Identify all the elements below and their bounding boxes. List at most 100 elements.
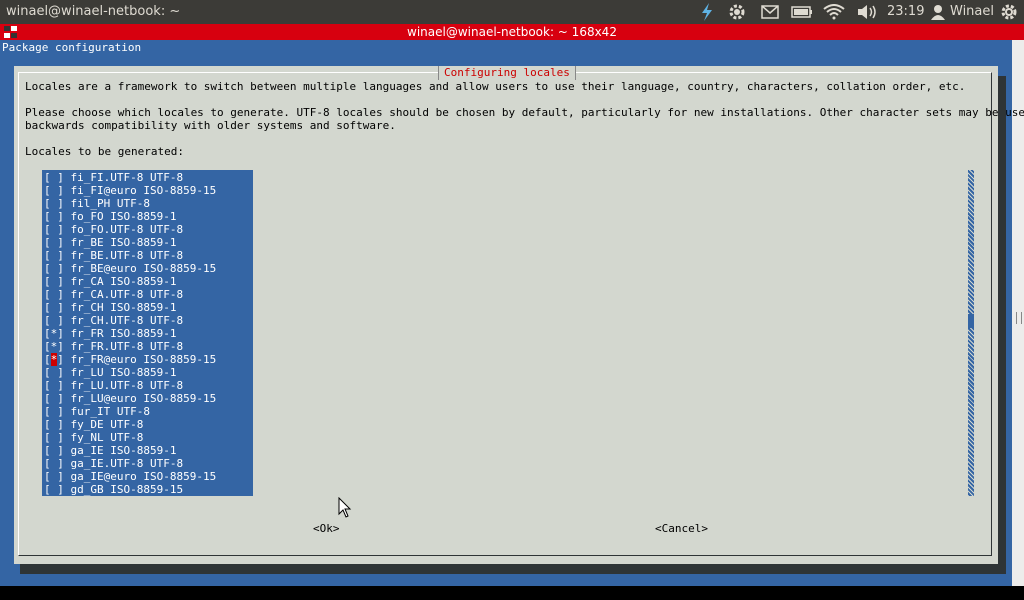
dialog-instructions: Please choose which locales to generate.… <box>25 106 1024 119</box>
locale-name: fil_PH UTF-8 <box>63 197 150 210</box>
locale-row[interactable]: [ ] fo_FO ISO-8859-1 <box>44 210 176 223</box>
user-name[interactable]: Winael <box>950 4 994 19</box>
locale-checkbox[interactable]: [ ] <box>44 379 64 392</box>
locale-name: fr_BE ISO-8859-1 <box>63 236 177 249</box>
lightning-icon[interactable] <box>697 2 717 22</box>
locale-row[interactable]: [ ] fr_BE ISO-8859-1 <box>44 236 176 249</box>
locale-checkbox[interactable]: [ ] <box>44 288 64 301</box>
list-scrollbar-track[interactable] <box>968 170 974 496</box>
locale-checkbox[interactable]: [ ] <box>44 392 64 405</box>
locale-name: fr_FR.UTF-8 UTF-8 <box>63 340 184 353</box>
locales-prompt: Locales to be generated: <box>25 145 184 158</box>
locale-checkbox[interactable]: [ ] <box>44 197 64 210</box>
locale-name: fr_CH ISO-8859-1 <box>63 301 177 314</box>
locale-name: fy_DE UTF-8 <box>63 418 144 431</box>
locale-checkbox[interactable]: [ ] <box>44 262 64 275</box>
ok-button[interactable]: <Ok> <box>313 522 340 535</box>
locale-name: fo_FO.UTF-8 UTF-8 <box>63 223 184 236</box>
battery-icon[interactable] <box>790 2 814 22</box>
list-scrollbar[interactable] <box>967 170 974 496</box>
locale-checkbox[interactable]: [ ] <box>44 171 64 184</box>
mail-icon[interactable] <box>759 2 781 22</box>
top-panel: winael@winael-netbook: ~ 23:19 Winael <box>0 0 1024 24</box>
locale-row[interactable]: [ ] fr_CA.UTF-8 UTF-8 <box>44 288 183 301</box>
locale-row[interactable]: [ ] fr_BE.UTF-8 UTF-8 <box>44 249 183 262</box>
window-titlebar[interactable]: winael@winael-netbook: ~ 168x42 <box>0 24 1024 40</box>
locale-checkbox[interactable]: [ ] <box>44 431 64 444</box>
locale-checkbox[interactable]: [ ] <box>44 366 64 379</box>
locale-row[interactable]: [*] fr_FR.UTF-8 UTF-8 <box>44 340 183 353</box>
locale-row[interactable]: [ ] ga_IE ISO-8859-1 <box>44 444 176 457</box>
dialog-title: Configuring locales <box>438 66 576 80</box>
locale-checkbox[interactable]: [ ] <box>44 249 64 262</box>
locale-row[interactable]: [ ] fr_CH ISO-8859-1 <box>44 301 176 314</box>
locale-name: fr_LU ISO-8859-1 <box>63 366 177 379</box>
locale-name: fr_FR ISO-8859-1 <box>63 327 177 340</box>
locale-name: fr_CA ISO-8859-1 <box>63 275 177 288</box>
locale-checkbox[interactable]: [ ] <box>44 418 64 431</box>
locale-list[interactable]: [ ] fi_FI.UTF-8 UTF-8[ ] fi_FI@euro ISO-… <box>42 170 253 496</box>
locale-name: fi_FI@euro ISO-8859-15 <box>63 184 217 197</box>
locale-row[interactable]: [ ] fur_IT UTF-8 <box>44 405 150 418</box>
locale-row[interactable]: [ ] fr_BE@euro ISO-8859-15 <box>44 262 216 275</box>
locale-checkbox[interactable]: [ ] <box>44 210 64 223</box>
locale-checkbox[interactable]: [ ] <box>44 457 64 470</box>
settings-icon[interactable] <box>727 2 747 22</box>
locale-row[interactable]: [ ] fr_CH.UTF-8 UTF-8 <box>44 314 183 327</box>
locale-checkbox[interactable]: [ ] <box>44 223 64 236</box>
list-scrollbar-thumb[interactable] <box>968 314 974 328</box>
locale-row[interactable]: [ ] fy_NL UTF-8 <box>44 431 143 444</box>
locale-checkbox[interactable]: [ ] <box>44 470 64 483</box>
locale-checkbox[interactable]: [ ] <box>44 184 64 197</box>
locale-name: fr_CH.UTF-8 UTF-8 <box>63 314 184 327</box>
locale-name: fr_BE.UTF-8 UTF-8 <box>63 249 184 262</box>
locale-name: ga_IE.UTF-8 UTF-8 <box>63 457 184 470</box>
window-title: winael@winael-netbook: ~ 168x42 <box>407 25 617 39</box>
scrollbar-grip[interactable] <box>1016 312 1022 324</box>
locale-name: fy_NL UTF-8 <box>63 431 144 444</box>
terminal-scrollbar[interactable] <box>1012 40 1024 586</box>
locale-checkbox[interactable]: [ ] <box>44 444 64 457</box>
user-icon[interactable] <box>930 2 946 22</box>
mouse-pointer-icon <box>338 496 352 523</box>
locale-name: ga_IE@euro ISO-8859-15 <box>63 470 217 483</box>
active-window-title: winael@winael-netbook: ~ <box>6 4 181 19</box>
locale-row[interactable]: [ ] ga_IE.UTF-8 UTF-8 <box>44 457 183 470</box>
locale-name: ga_IE ISO-8859-1 <box>63 444 177 457</box>
locale-name: fur_IT UTF-8 <box>63 405 150 418</box>
dialog-shadow-bottom <box>20 564 1006 574</box>
locale-name: fr_LU@euro ISO-8859-15 <box>63 392 217 405</box>
locale-checkbox[interactable]: [ ] <box>44 483 64 496</box>
locale-row[interactable]: [ ] fil_PH UTF-8 <box>44 197 150 210</box>
clock[interactable]: 23:19 <box>887 4 924 19</box>
locale-row[interactable]: [ ] fi_FI.UTF-8 UTF-8 <box>44 171 183 184</box>
package-config-header: Package configuration <box>2 41 142 54</box>
wifi-icon[interactable] <box>822 2 846 22</box>
volume-icon[interactable] <box>855 2 879 22</box>
locale-checkbox[interactable]: [ ] <box>44 301 64 314</box>
locale-row[interactable]: [*] fr_FR ISO-8859-1 <box>44 327 176 340</box>
locale-row[interactable]: [ ] fi_FI@euro ISO-8859-15 <box>44 184 216 197</box>
bottom-bar <box>0 586 1024 600</box>
locale-checkbox[interactable]: [ ] <box>44 236 64 249</box>
locale-row[interactable]: [ ] fr_LU.UTF-8 UTF-8 <box>44 379 183 392</box>
locale-row[interactable]: [ ] fy_DE UTF-8 <box>44 418 143 431</box>
locale-checkbox[interactable]: [ ] <box>44 314 64 327</box>
locale-checkbox[interactable]: [*] <box>44 340 64 353</box>
locale-row[interactable]: [ ] fr_LU@euro ISO-8859-15 <box>44 392 216 405</box>
locale-row[interactable]: [ ] fr_LU ISO-8859-1 <box>44 366 176 379</box>
locale-row[interactable]: [ ] fr_CA ISO-8859-1 <box>44 275 176 288</box>
locale-row[interactable]: [ ] fo_FO.UTF-8 UTF-8 <box>44 223 183 236</box>
locale-row[interactable]: [ ] ga_IE@euro ISO-8859-15 <box>44 470 216 483</box>
locale-row[interactable]: [ ] gd_GB ISO-8859-15 <box>44 483 183 496</box>
dialog-description: Locales are a framework to switch betwee… <box>25 80 966 93</box>
locale-row[interactable]: [*] fr_FR@euro ISO-8859-15 <box>44 353 216 366</box>
locale-checkbox[interactable]: [*] <box>44 327 64 340</box>
locale-checkbox[interactable]: [ ] <box>44 405 64 418</box>
locale-name: fr_CA.UTF-8 UTF-8 <box>63 288 184 301</box>
power-icon[interactable] <box>998 2 1020 22</box>
locale-checkbox[interactable]: [*] <box>44 353 64 366</box>
cancel-button[interactable]: <Cancel> <box>655 522 708 535</box>
locale-name: fr_BE@euro ISO-8859-15 <box>63 262 217 275</box>
locale-checkbox[interactable]: [ ] <box>44 275 64 288</box>
